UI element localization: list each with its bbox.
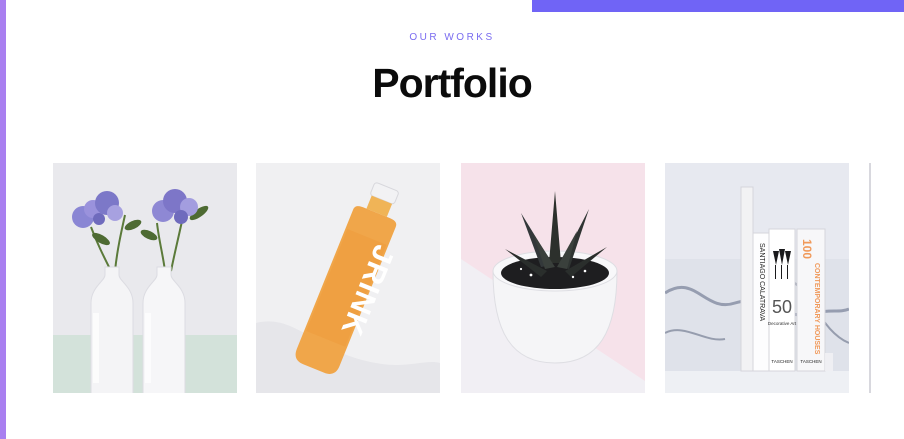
vases-image <box>53 163 237 393</box>
book-title-houses: CONTEMPORARY HOUSES <box>813 263 820 355</box>
top-accent-bar <box>532 0 904 12</box>
section-eyebrow: OUR WORKS <box>409 32 495 43</box>
books-image: SANTIAGO CALATRAVA 50 Decorative Art TAS… <box>665 163 849 393</box>
succulent-image <box>461 163 645 393</box>
book-subtitle: Decorative Art <box>768 321 797 326</box>
book-publisher-2: TASCHEN <box>800 359 821 364</box>
bottle-image: JRINK <box>256 163 440 393</box>
portfolio-item-succulent[interactable] <box>461 163 645 393</box>
portfolio-item-books[interactable]: SANTIAGO CALATRAVA 50 Decorative Art TAS… <box>665 163 849 393</box>
book-number-100: 100 <box>800 239 814 259</box>
portfolio-item-vases[interactable] <box>53 163 237 393</box>
book-author: SANTIAGO CALATRAVA <box>758 243 765 322</box>
section-title: Portfolio <box>372 60 533 106</box>
book-number-50: 50 <box>772 297 792 317</box>
portfolio-item-bottle[interactable]: JRINK <box>256 163 440 393</box>
next-tile-edge <box>869 163 871 393</box>
book-publisher-1: TASCHEN <box>771 359 792 364</box>
